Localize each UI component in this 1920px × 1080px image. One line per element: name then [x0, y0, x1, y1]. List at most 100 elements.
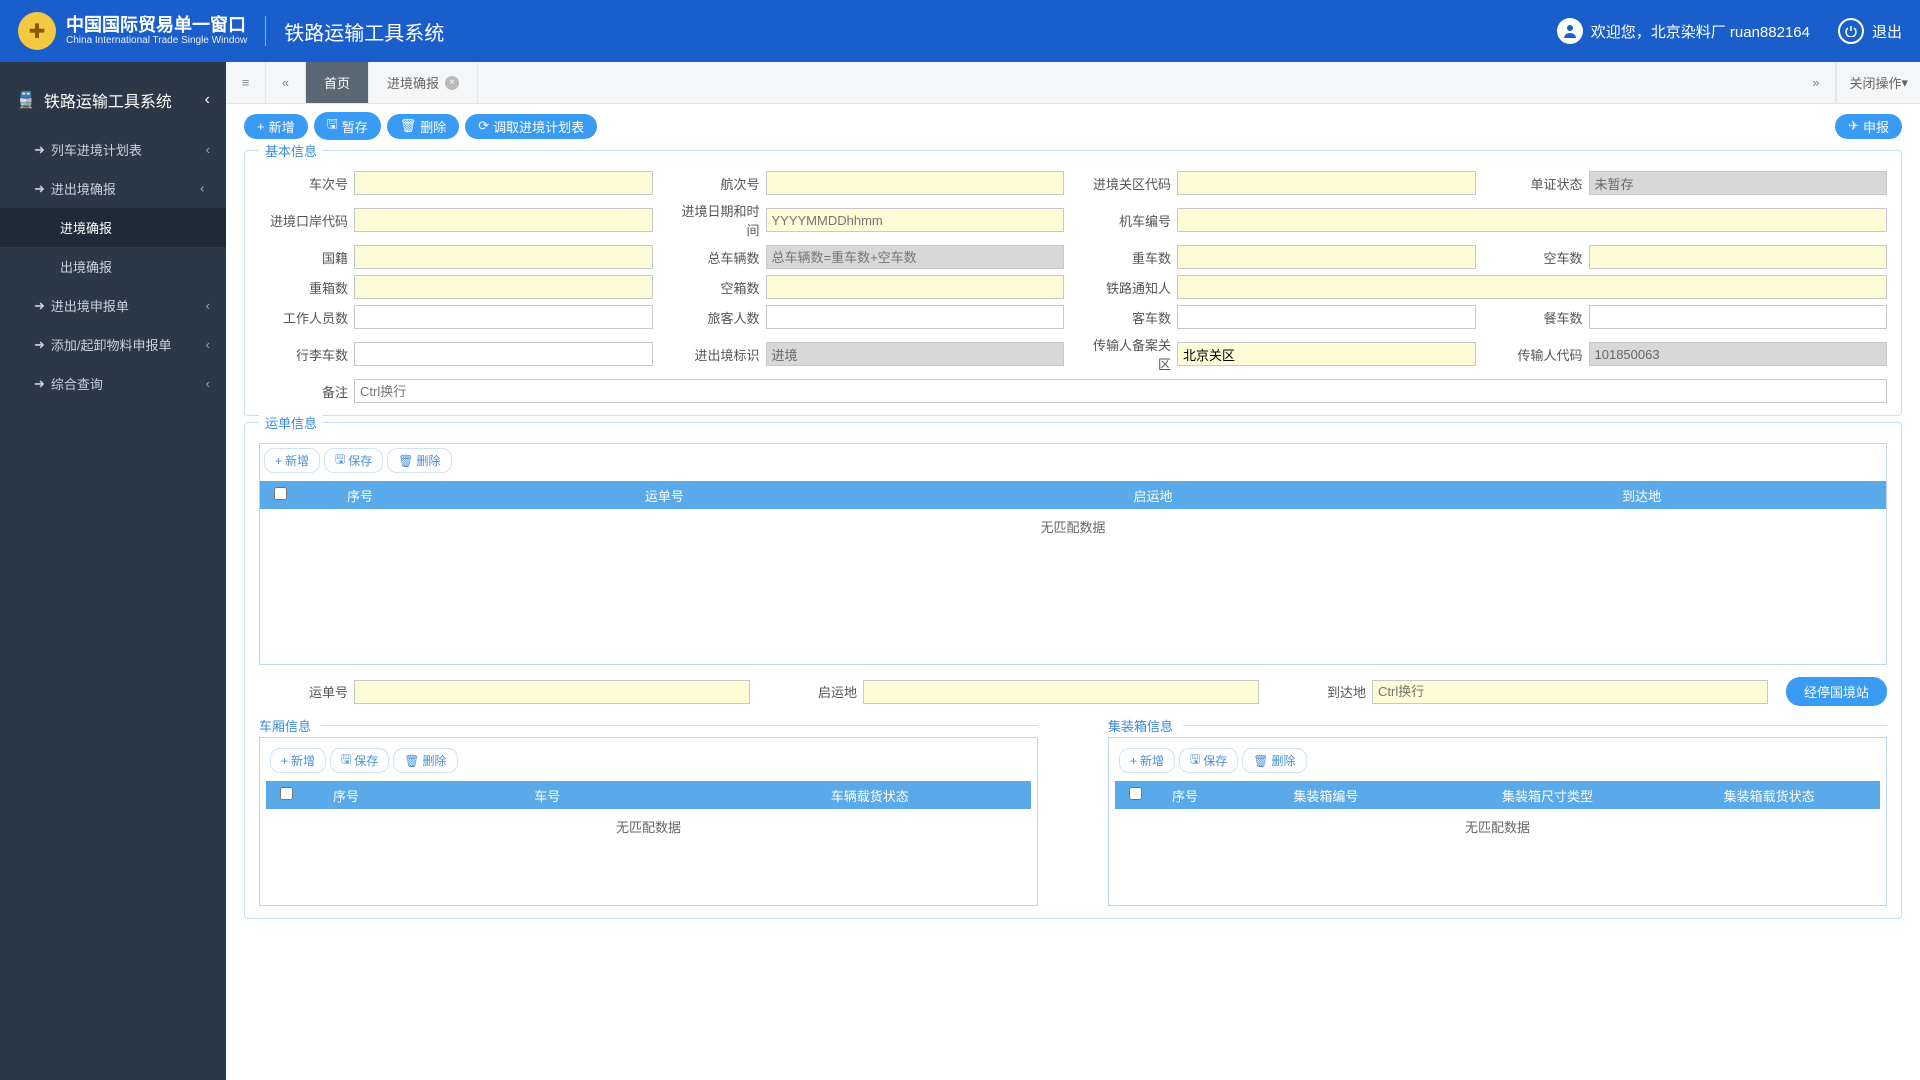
car-save-button[interactable]: 🖫保存 — [330, 748, 389, 773]
save-icon: 🖫 — [1190, 750, 1200, 771]
power-icon — [1838, 18, 1864, 44]
caret-down-icon: ▾ — [1901, 75, 1908, 91]
plane-icon: ✈ — [1848, 118, 1859, 134]
brand-title-cn: 中国国际贸易单一窗口 — [66, 16, 247, 36]
select-all-checkbox[interactable] — [1129, 787, 1142, 800]
passenger-cnt-input[interactable] — [766, 305, 1065, 329]
remark-input[interactable] — [354, 379, 1887, 403]
sidebar-item-material[interactable]: ➜ 添加/起卸物料申报单 ‹ — [0, 325, 226, 364]
trash-icon: 🗑 — [404, 754, 419, 768]
fetch-plan-button[interactable]: ⟳调取进境计划表 — [465, 114, 597, 139]
waybill-add-button[interactable]: +新增 — [264, 448, 320, 473]
luggage-cars-input[interactable] — [354, 342, 653, 366]
sidebar: 🚆 铁路运输工具系统 ‹ ➜ 列车进境计划表 ‹ ➜ 进出境确报 ⌄ 进境确报 … — [0, 62, 226, 1080]
filer-area-input[interactable] — [1177, 342, 1476, 366]
sidebar-item-plan[interactable]: ➜ 列车进境计划表 ‹ — [0, 130, 226, 169]
sidebar-item-query[interactable]: ➜ 综合查询 ‹ — [0, 364, 226, 403]
panel-title: 基本信息 — [259, 144, 323, 160]
waybill-no-input[interactable] — [354, 680, 750, 704]
chevron-left-icon: ‹ — [206, 142, 210, 157]
save-icon: 🖫 — [341, 750, 351, 771]
from-place-input[interactable] — [863, 680, 1259, 704]
tab-prev-button[interactable]: « — [266, 62, 306, 103]
delete-button[interactable]: 🗑删除 — [387, 114, 460, 139]
sidebar-item-confirm[interactable]: ➜ 进出境确报 ⌄ — [0, 169, 226, 208]
train-icon: 🚆 — [16, 90, 36, 110]
arrow-right-icon: ➜ — [34, 142, 45, 158]
empty-cars-input[interactable] — [1589, 245, 1888, 269]
add-button[interactable]: +新增 — [244, 114, 308, 139]
loaded-boxes-input[interactable] — [354, 275, 653, 299]
rail-notifier-input[interactable] — [1177, 275, 1887, 299]
sidebar-item-declare[interactable]: ➜ 进出境申报单 ‹ — [0, 286, 226, 325]
tab-entry-confirm[interactable]: 进境确报 × — [369, 62, 478, 103]
route-station-button[interactable]: 经停国境站 — [1786, 677, 1887, 706]
chevron-left-icon: ‹ — [206, 298, 210, 313]
loaded-cars-input[interactable] — [1177, 245, 1476, 269]
tab-close-ops[interactable]: 关闭操作▾ — [1836, 62, 1920, 103]
trash-icon: 🗑 — [1253, 754, 1268, 768]
save-icon: 🖫 — [327, 115, 338, 137]
staff-cnt-input[interactable] — [354, 305, 653, 329]
chevron-left-icon[interactable]: ‹ — [205, 91, 210, 109]
divider — [265, 16, 266, 46]
brand-block: 中国国际贸易单一窗口 China International Trade Sin… — [66, 16, 247, 47]
passenger-cars-input[interactable] — [1177, 305, 1476, 329]
container-grid-body: 无匹配数据 — [1115, 809, 1880, 899]
menu-toggle-button[interactable]: ≡ — [226, 62, 266, 103]
nationality-input[interactable] — [354, 245, 653, 269]
submit-button[interactable]: ✈申报 — [1835, 114, 1902, 139]
system-title: 铁路运输工具系统 — [284, 17, 444, 46]
user-icon — [1557, 18, 1583, 44]
waybill-panel: 运单信息 +新增 🖫保存 🗑删除 序号 运单号 启运地 到达地 无匹配数据 — [244, 422, 1902, 919]
sidebar-title: 🚆 铁路运输工具系统 ‹ — [0, 80, 226, 130]
arrow-right-icon: ➜ — [34, 337, 45, 353]
brand-title-en: China International Trade Single Window — [66, 35, 247, 46]
tab-home[interactable]: 首页 — [306, 62, 369, 103]
io-flag-input — [766, 342, 1065, 366]
chevron-left-icon: ‹ — [206, 376, 210, 391]
logout-label: 退出 — [1872, 21, 1902, 42]
total-cars-input — [766, 245, 1065, 269]
loco-no-input[interactable] — [1177, 208, 1887, 232]
sidebar-sub-exit-confirm[interactable]: 出境确报 — [0, 247, 226, 286]
plus-icon: + — [1130, 754, 1137, 768]
arrow-right-icon: ➜ — [34, 376, 45, 392]
doc-status-input — [1589, 171, 1888, 195]
waybill-delete-button[interactable]: 🗑删除 — [387, 448, 451, 473]
car-add-button[interactable]: +新增 — [270, 748, 326, 773]
entry-dt-input[interactable] — [766, 208, 1065, 232]
container-add-button[interactable]: +新增 — [1119, 748, 1175, 773]
container-grid-header: 序号 集装箱编号 集装箱尺寸类型 集装箱载货状态 — [1115, 781, 1880, 809]
save-temp-button[interactable]: 🖫暂存 — [314, 112, 381, 140]
trash-icon: 🗑 — [398, 454, 413, 468]
waybill-save-button[interactable]: 🖫保存 — [324, 448, 383, 473]
container-info-panel: 集装箱信息 +新增 🖫保存 🗑删除 序号 集装箱编号 — [1108, 716, 1887, 906]
voyage-no-input[interactable] — [766, 171, 1065, 195]
select-all-checkbox[interactable] — [274, 487, 287, 500]
container-delete-button[interactable]: 🗑删除 — [1242, 748, 1306, 773]
empty-boxes-input[interactable] — [766, 275, 1065, 299]
logo-icon: ✚ — [18, 12, 56, 50]
container-save-button[interactable]: 🖫保存 — [1179, 748, 1238, 773]
panel-title: 运单信息 — [259, 413, 323, 432]
main-toolbar: +新增 🖫暂存 🗑删除 ⟳调取进境计划表 ✈申报 — [226, 104, 1920, 144]
select-all-checkbox[interactable] — [280, 787, 293, 800]
customs-area-input[interactable] — [1177, 171, 1476, 195]
car-delete-button[interactable]: 🗑删除 — [393, 748, 457, 773]
port-code-input[interactable] — [354, 208, 653, 232]
sidebar-sub-entry-confirm[interactable]: 进境确报 — [0, 208, 226, 247]
to-place-input[interactable] — [1372, 680, 1768, 704]
main-area: ≡ « 首页 进境确报 × » 关闭操作▾ +新增 🖫暂存 🗑删除 ⟳调取进境计… — [226, 62, 1920, 1080]
user-area: 欢迎您，北京染料厂 ruan882164 — [1557, 18, 1810, 44]
logout-button[interactable]: 退出 — [1838, 18, 1902, 44]
plus-icon: + — [257, 119, 265, 134]
plus-icon: + — [281, 754, 288, 768]
car-grid-header: 序号 车号 车辆载货状态 — [266, 781, 1031, 809]
train-no-input[interactable] — [354, 171, 653, 195]
plus-icon: + — [275, 454, 282, 468]
close-icon[interactable]: × — [445, 76, 459, 90]
dining-cars-input[interactable] — [1589, 305, 1888, 329]
tab-next-button[interactable]: » — [1796, 62, 1836, 103]
chevron-down-icon: ⌄ — [197, 183, 213, 194]
